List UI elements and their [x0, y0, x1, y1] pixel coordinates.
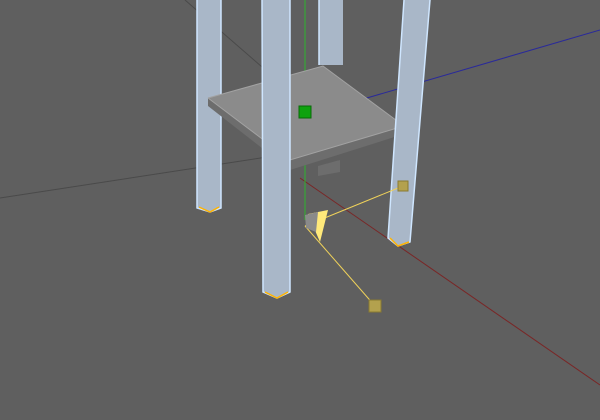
- leg-face: [262, 0, 290, 298]
- stool-leg-front-left[interactable]: [261, 0, 291, 299]
- light-source-handle-icon[interactable]: [397, 180, 409, 192]
- scene-canvas[interactable]: [0, 0, 600, 420]
- 3d-viewport[interactable]: [0, 0, 600, 420]
- move-pivot-icon[interactable]: [298, 105, 312, 119]
- leg-face: [319, 0, 343, 65]
- light-target-handle-icon[interactable]: [368, 299, 382, 313]
- viewport-background: [0, 0, 600, 420]
- stool-leg-back-right[interactable]: [318, 0, 343, 65]
